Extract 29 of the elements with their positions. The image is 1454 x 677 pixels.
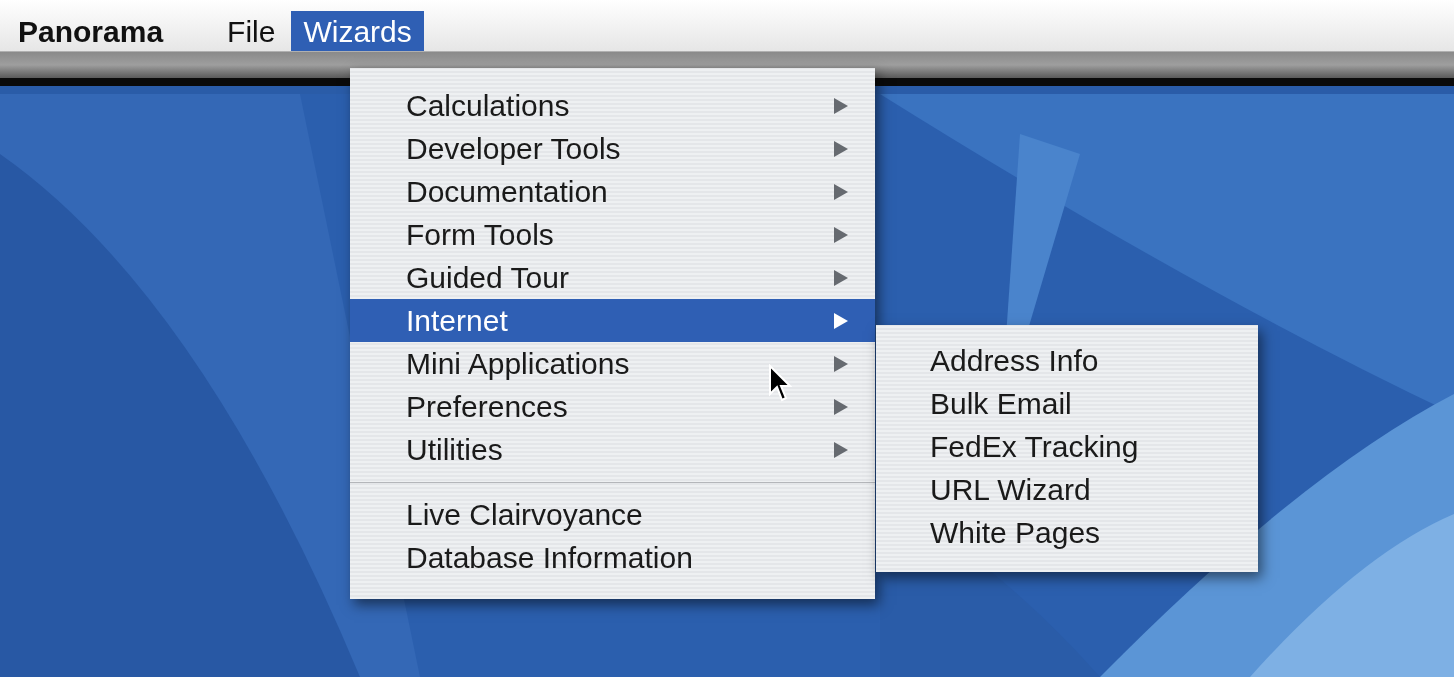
menu-item[interactable]: URL Wizard	[876, 468, 1258, 511]
menu-item[interactable]: Bulk Email	[876, 382, 1258, 425]
menu-item[interactable]: Mini Applications	[350, 342, 875, 385]
submenu-arrow-icon	[833, 311, 849, 330]
submenu-arrow-icon	[833, 139, 849, 158]
submenu-arrow-icon	[833, 268, 849, 287]
pointer-icon	[768, 364, 792, 404]
menu-bar-item[interactable]: Panorama	[6, 11, 176, 51]
menu-item[interactable]: Address Info	[876, 339, 1258, 382]
menu-item[interactable]: Preferences	[350, 385, 875, 428]
menu-item[interactable]: Database Information	[350, 536, 875, 579]
menu-item[interactable]: Calculations	[350, 84, 875, 127]
menu-bar-item[interactable]: Wizards	[291, 11, 424, 51]
submenu-arrow-icon	[833, 397, 849, 416]
menu-item[interactable]: FedEx Tracking	[876, 425, 1258, 468]
submenu-arrow-icon	[833, 96, 849, 115]
menu-item[interactable]: Utilities	[350, 428, 875, 471]
submenu-arrow-icon	[833, 182, 849, 201]
menu-item[interactable]: Internet	[350, 299, 875, 342]
submenu-arrow-icon	[833, 440, 849, 459]
menu-item[interactable]: White Pages	[876, 511, 1258, 554]
menu-item[interactable]: Live Clairvoyance	[350, 493, 875, 536]
submenu-arrow-icon	[833, 354, 849, 373]
menu-item[interactable]: Guided Tour	[350, 256, 875, 299]
menu-item[interactable]: Form Tools	[350, 213, 875, 256]
submenu-arrow-icon	[833, 225, 849, 244]
menu-item[interactable]: Documentation	[350, 170, 875, 213]
menu-bar-item[interactable]: File	[215, 11, 288, 51]
menu-item[interactable]: Developer Tools	[350, 127, 875, 170]
